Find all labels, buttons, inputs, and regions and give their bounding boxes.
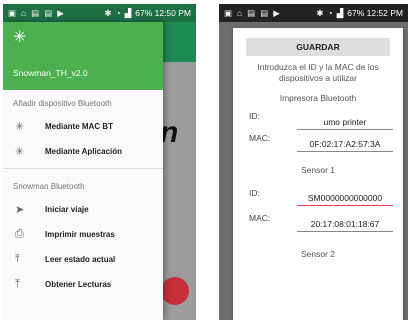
menu-item-mac-bt[interactable]: ✳ Mediante MAC BT — [3, 114, 163, 139]
divider — [3, 168, 163, 169]
bluetooth-icon: ✳ — [15, 121, 25, 133]
menu-item-app[interactable]: ✳ Mediante Aplicación — [3, 139, 163, 164]
printer-id-label: ID: — [249, 111, 260, 121]
sensor1-section-title: Sensor 1 — [300, 165, 336, 175]
status-bar: ▣ ⌂ ▤ ▤ ▶ ✱ ◔ ▟ 67% 12:50 PM — [3, 4, 196, 22]
dialog-instructions: Introduzca el ID y la MAC de los disposi… — [257, 62, 379, 83]
bluetooth-icon: ✳ — [15, 146, 25, 158]
sensor1-mac-field[interactable] — [297, 219, 393, 232]
navigation-drawer: ✳ Snowman_TH_v2.0 Añadir dispositivo Blu… — [3, 22, 163, 320]
printer-mac-label: MAC: — [249, 133, 271, 143]
menu-item-get-readings[interactable]: ⤒ Obtener Lecturas — [3, 272, 163, 297]
status-time: 67% 12:52 PM — [347, 8, 403, 18]
bluetooth-status-icon: ✱ — [104, 7, 112, 18]
drawer-header: ✳ Snowman_TH_v2.0 — [3, 22, 163, 90]
menu-item-label: Obtener Lecturas — [45, 280, 112, 289]
sensor1-mac-label: MAC: — [249, 213, 271, 223]
floating-action-button[interactable] — [161, 277, 189, 305]
menu-item-label: Leer estado actual — [45, 255, 116, 264]
send-icon: ➤ — [15, 204, 25, 216]
upload-icon: ⤒ — [15, 278, 20, 290]
menu-item-label: Iniciar viaje — [45, 205, 89, 214]
bluetooth-icon: ✳ — [13, 29, 27, 46]
left-phone-screen: ▣ ⌂ ▤ ▤ ▶ ✱ ◔ ▟ 67% 12:50 PM n ✳ Snowman_TH_… — [3, 4, 196, 320]
menu-item-start-trip[interactable]: ➤ Iniciar viaje — [3, 197, 163, 222]
printer-icon: ⎙ — [15, 228, 24, 240]
section-label-snowman-bt: Snowman Bluetooth — [13, 182, 85, 191]
menu-item-label: Mediante Aplicación — [45, 147, 123, 156]
upload-icon: ⤒ — [15, 253, 20, 265]
wifi-icon: ◔ — [327, 8, 333, 18]
notification-icons: ▣ ⌂ ▤ ▤ ▶ — [224, 7, 280, 18]
right-phone-screen: ▣ ⌂ ▤ ▤ ▶ ✱ ◔ ▟ 67% 12:52 PM GUARDAR Introdu… — [219, 4, 408, 320]
status-bar: ▣ ⌂ ▤ ▤ ▶ ✱ ◔ ▟ 67% 12:52 PM — [219, 4, 408, 22]
signal-icon: ▟ — [124, 7, 132, 18]
sensor2-section-title: Sensor 2 — [300, 249, 336, 259]
menu-item-label: Imprimir muestras — [45, 230, 115, 239]
printer-section-title: Impresora Bluetooth — [279, 93, 357, 103]
signal-icon: ▟ — [336, 7, 344, 18]
device-config-dialog: GUARDAR Introduzca el ID y la MAC de los… — [233, 28, 403, 320]
menu-item-read-status[interactable]: ⤒ Leer estado actual — [3, 247, 163, 272]
printer-mac-field[interactable] — [297, 139, 393, 152]
sensor1-id-label: ID: — [249, 188, 260, 198]
sensor1-id-field[interactable] — [297, 193, 393, 206]
menu-item-print-samples[interactable]: ⎙ Imprimir muestras — [3, 222, 163, 247]
menu-item-label: Mediante MAC BT — [45, 122, 113, 131]
bluetooth-status-icon: ✱ — [316, 7, 324, 18]
section-label-add-device: Añadir dispositivo Bluetooth — [13, 99, 112, 108]
notification-icons: ▣ ⌂ ▤ ▤ ▶ — [8, 7, 64, 18]
status-time: 67% 12:50 PM — [135, 8, 191, 18]
save-button[interactable]: GUARDAR — [246, 38, 390, 56]
wifi-icon: ◔ — [115, 8, 121, 18]
drawer-app-title: Snowman_TH_v2.0 — [13, 68, 88, 78]
